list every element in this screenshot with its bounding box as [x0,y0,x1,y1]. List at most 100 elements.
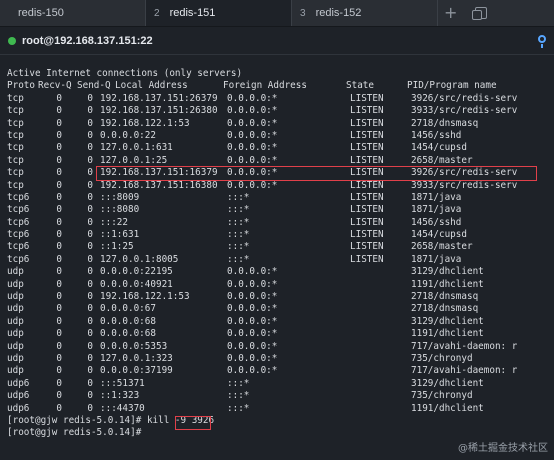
cell-pid-program: 3933/src/redis-serv [411,179,518,191]
cell-proto: tcp [7,92,24,104]
netstat-row: udp 0 0 0.0.0.0:68 0.0.0.0:* 1191/dhclient [7,328,552,340]
cell-foreign-address: :::* [227,253,250,265]
netstat-row: udp 0 0 0.0.0.0:67 0.0.0.0:* 2718/dnsmasq [7,303,552,315]
cell-state: LISTEN [350,142,384,154]
cell-local-address: 192.168.137.151:26379 [100,92,218,104]
tab-label: redis-152 [315,7,362,19]
cell-recv-q: 0 [56,92,62,104]
cell-foreign-address: 0.0.0.0:* [227,328,278,340]
tab-label: redis-150 [18,7,64,19]
netstat-row: tcp6 0 0::1:25:::* LISTEN 2658/master [7,241,552,253]
tab-actions: + [438,0,488,26]
cell-proto: udp [7,266,24,278]
cell-foreign-address: :::* [227,204,250,216]
cell-local-address: 0.0.0.0:67 [100,303,156,315]
cell-recv-q: 0 [56,266,62,278]
tab-redis-152[interactable]: 3 redis-152 [292,0,438,26]
cell-recv-q: 0 [56,179,62,191]
cell-state [350,266,411,278]
cell-pid-program: 2658/master [411,241,473,253]
cell-proto: tcp6 [7,241,30,253]
cell-foreign-address: 0.0.0.0:* [227,179,278,191]
cell-foreign-address: 0.0.0.0:* [227,278,278,290]
cell-state: LISTEN [350,229,384,241]
netstat-row: udp 0 0 0.0.0.0:22195 0.0.0.0:* 3129/dhclient [7,266,552,278]
cell-proto: udp6 [7,390,30,402]
new-window-icon[interactable] [472,7,488,20]
netstat-row: tcp6 0 0:::8080:::* LISTEN 1871/java [7,204,552,216]
cell-proto: tcp6 [7,216,30,228]
cell-send-q: 0 [87,390,93,402]
cell-local-address: ::1:25 [100,241,134,253]
netstat-row: udp6 0 0:::44370:::* 1191/dhclient [7,403,552,415]
connection-status-icon [8,36,16,45]
cell-recv-q: 0 [56,142,62,154]
prompt-line-kill: [root@gjw redis-5.0.14]# kill -9 3926 [7,415,552,427]
cell-recv-q: 0 [56,328,62,340]
cell-foreign-address: 0.0.0.0:* [227,129,278,141]
cell-send-q: 0 [87,315,93,327]
cell-send-q: 0 [87,105,93,117]
cell-state: LISTEN [350,216,384,228]
cell-pid-program: 2718/dnsmasq [411,117,479,129]
netstat-row: tcp 0 0 192.168.122.1:53 0.0.0.0:* LISTEN 2718… [7,118,552,130]
cell-pid-program: 1456/sshd [411,216,462,228]
highlighted-pid [175,416,211,430]
cell-state [350,291,411,303]
cell-foreign-address: 0.0.0.0:* [227,352,278,364]
cell-recv-q: 0 [56,365,62,377]
cell-send-q: 0 [87,167,93,179]
tab-redis-150[interactable]: redis-150 [0,0,146,26]
cell-recv-q: 0 [56,377,62,389]
cell-foreign-address: :::* [227,402,250,414]
cell-send-q: 0 [87,402,93,414]
cell-state: LISTEN [350,204,384,216]
cell-proto: tcp [7,142,24,154]
cell-recv-q: 0 [56,154,62,166]
cell-state: LISTEN [350,105,384,117]
cell-proto: tcp6 [7,191,30,203]
cell-proto: udp [7,303,24,315]
cell-proto: udp [7,365,24,377]
cell-pid-program: 1871/java [411,204,462,216]
cell-state [350,365,411,377]
add-tab-icon[interactable]: + [444,5,457,21]
shell-prompt: [root@gjw redis-5.0.14]# [7,414,147,426]
terminal-output[interactable]: Active Internet connections (only server… [7,68,552,440]
cell-pid-program: 1191/dhclient [411,402,484,414]
cell-recv-q: 0 [56,253,62,265]
cell-pid-program: 717/avahi-daemon: r [411,340,518,352]
cell-state [350,353,411,365]
netstat-row: udp 0 0 192.168.122.1:53 0.0.0.0:* 2718/dnsma… [7,291,552,303]
cell-send-q: 0 [87,204,93,216]
prompt-line-current[interactable]: [root@gjw redis-5.0.14]# [7,427,552,439]
cell-send-q: 0 [87,291,93,303]
cell-send-q: 0 [87,365,93,377]
cell-proto: udp6 [7,402,30,414]
cell-state: LISTEN [350,117,384,129]
cell-local-address: 0.0.0.0:22195 [100,266,173,278]
cell-pid-program: 1454/cupsd [411,142,467,154]
cell-foreign-address: 0.0.0.0:* [227,142,278,154]
cell-state: LISTEN [350,241,384,253]
cell-foreign-address: 0.0.0.0:* [227,303,278,315]
cell-recv-q: 0 [56,340,62,352]
cell-proto: tcp [7,117,24,129]
cell-send-q: 0 [87,92,93,104]
cell-foreign-address: 0.0.0.0:* [227,291,278,303]
netstat-row: udp 0 0 0.0.0.0:68 0.0.0.0:* 3129/dhclient [7,316,552,328]
watermark: @稀土掘金技术社区 [458,443,548,454]
tab-number: 2 [154,7,160,19]
cell-recv-q: 0 [56,352,62,364]
tab-redis-151[interactable]: 2 redis-151 [146,0,292,26]
terminal-header-line: Active Internet connections (only server… [7,68,243,79]
cell-state [350,341,411,353]
cell-foreign-address: 0.0.0.0:* [227,117,278,129]
cell-state [350,378,411,390]
cell-send-q: 0 [87,303,93,315]
cell-recv-q: 0 [56,241,62,253]
lightbulb-icon[interactable] [538,35,546,48]
cell-send-q: 0 [87,377,93,389]
cell-recv-q: 0 [56,129,62,141]
cell-local-address: ::1:323 [100,390,140,402]
